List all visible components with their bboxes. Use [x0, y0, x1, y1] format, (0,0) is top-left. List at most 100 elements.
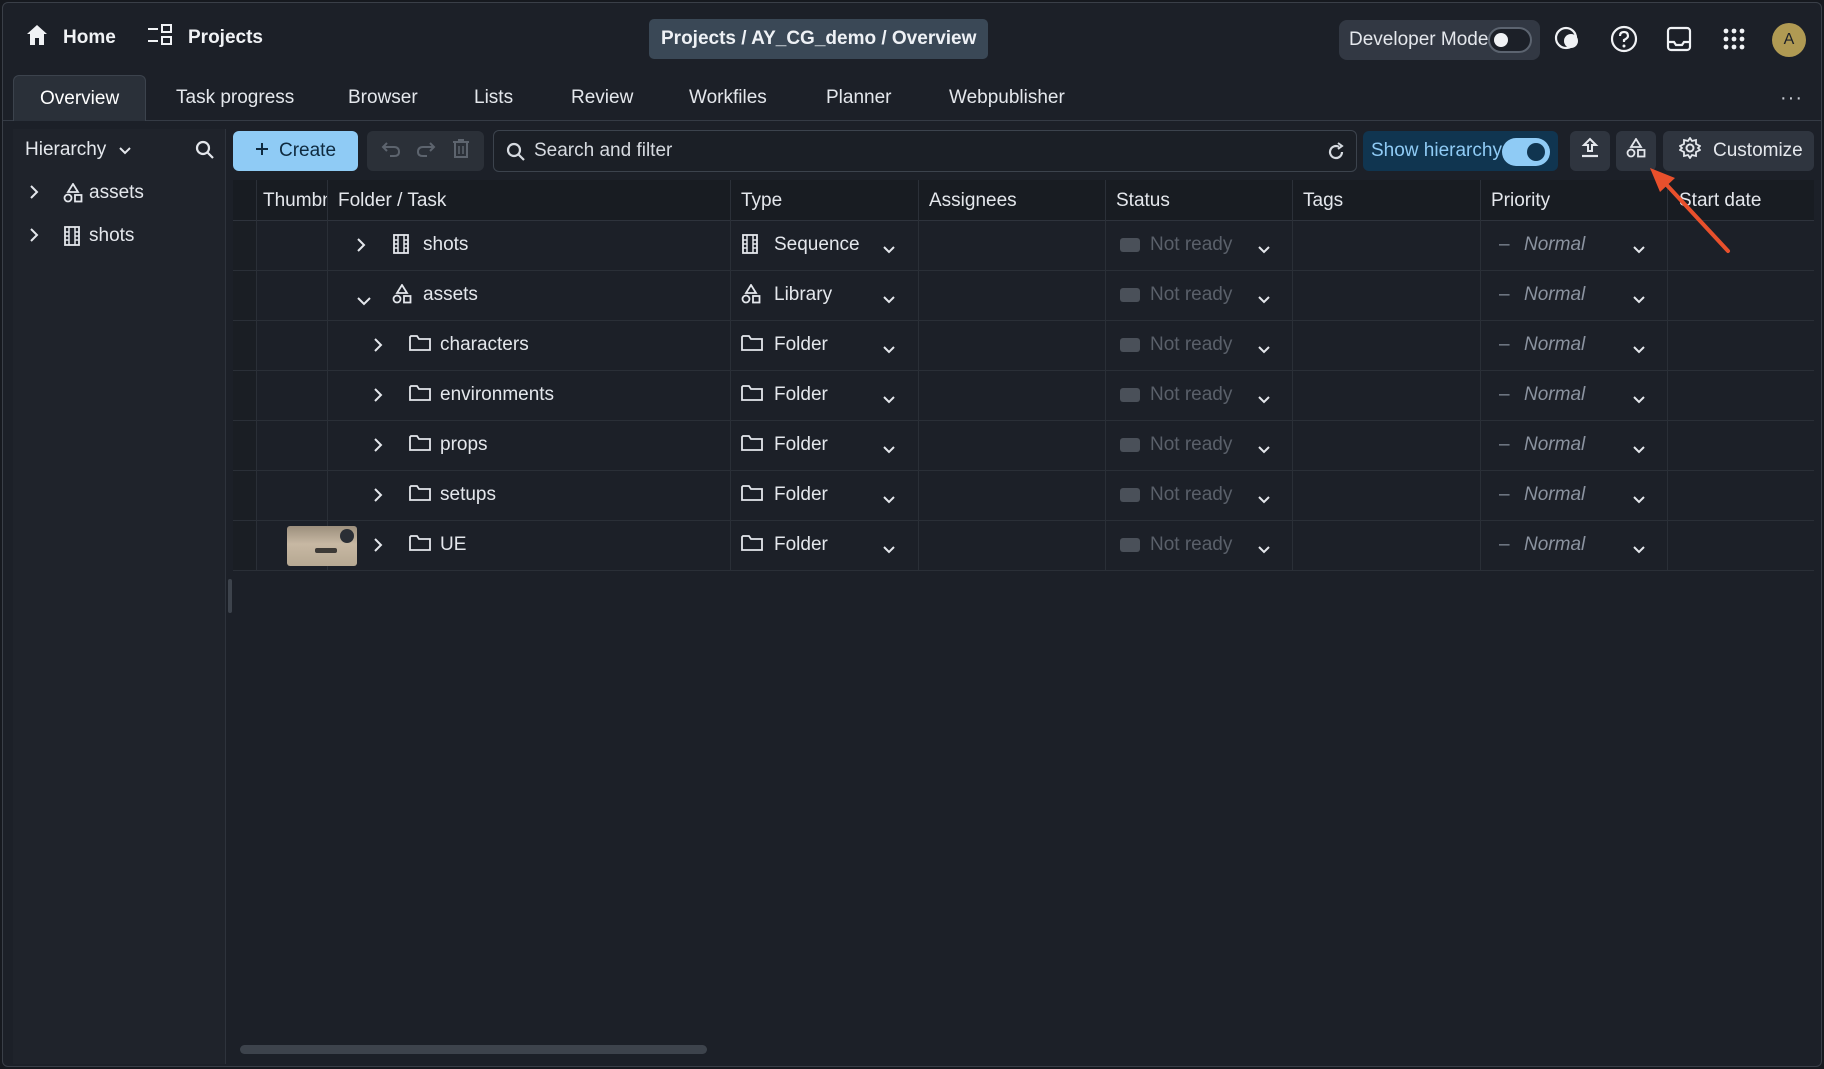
type-cell[interactable]: Library [731, 271, 919, 321]
create-button[interactable]: Create [233, 131, 358, 171]
header-priority[interactable]: Priority [1481, 180, 1668, 221]
assignees-cell[interactable] [919, 421, 1106, 471]
chevron-down-icon[interactable] [1257, 489, 1271, 511]
type-cell[interactable]: Folder [731, 371, 919, 421]
user-avatar[interactable]: A [1772, 23, 1806, 57]
tab-lists[interactable]: Lists [474, 75, 513, 121]
assignees-cell[interactable] [919, 521, 1106, 571]
thumbnail-cell[interactable] [257, 421, 328, 471]
chevron-down-icon[interactable] [356, 290, 372, 312]
tags-cell[interactable] [1293, 471, 1481, 521]
table-row[interactable]: environments Folder Not ready – Normal [233, 371, 1814, 421]
chevron-down-icon[interactable] [1257, 539, 1271, 561]
chevron-down-icon[interactable] [1632, 389, 1646, 411]
priority-cell[interactable]: – Normal [1481, 221, 1668, 271]
table-row[interactable]: assets Library Not ready – Normal [233, 271, 1814, 321]
status-cell[interactable]: Not ready [1106, 521, 1293, 571]
priority-cell[interactable]: – Normal [1481, 321, 1668, 371]
priority-cell[interactable]: – Normal [1481, 471, 1668, 521]
chevron-down-icon[interactable] [882, 289, 896, 311]
chevron-down-icon[interactable] [882, 239, 896, 261]
type-cell[interactable]: Sequence [731, 221, 919, 271]
thumbnail-cell[interactable] [257, 371, 328, 421]
sidebar-resize-handle[interactable] [228, 579, 232, 613]
tags-cell[interactable] [1293, 271, 1481, 321]
assignees-cell[interactable] [919, 221, 1106, 271]
tags-cell[interactable] [1293, 321, 1481, 371]
chat-icon[interactable] [1552, 23, 1584, 55]
chevron-down-icon[interactable] [1632, 339, 1646, 361]
chevron-right-icon[interactable] [373, 437, 383, 459]
table-row[interactable]: shots Sequence Not ready – Normal [233, 221, 1814, 271]
table-row[interactable]: setups Folder Not ready – Normal [233, 471, 1814, 521]
type-cell[interactable]: Folder [731, 421, 919, 471]
folder-task-cell[interactable]: UE [328, 521, 731, 571]
header-start-date[interactable]: Start date [1668, 180, 1814, 221]
chevron-right-icon[interactable] [373, 487, 383, 509]
chevron-down-icon[interactable] [882, 389, 896, 411]
status-cell[interactable]: Not ready [1106, 271, 1293, 321]
header-assignees[interactable]: Assignees [919, 180, 1106, 221]
start-date-cell[interactable] [1668, 221, 1814, 271]
upload-button[interactable] [1570, 131, 1610, 171]
thumbnail-cell[interactable] [257, 521, 357, 571]
tab-webpublisher[interactable]: Webpublisher [949, 75, 1065, 121]
chevron-down-icon[interactable] [1632, 489, 1646, 511]
thumbnail-cell[interactable] [257, 271, 328, 321]
chevron-down-icon[interactable] [882, 339, 896, 361]
chevron-right-icon[interactable] [356, 237, 366, 259]
sidebar-item-assets[interactable]: assets [13, 171, 225, 214]
assignees-cell[interactable] [919, 321, 1106, 371]
tags-cell[interactable] [1293, 371, 1481, 421]
chevron-right-icon[interactable] [373, 537, 383, 559]
status-cell[interactable]: Not ready [1106, 321, 1293, 371]
chevron-down-icon[interactable] [1632, 539, 1646, 561]
thumbnail-cell[interactable] [257, 471, 328, 521]
home-nav[interactable]: Home [25, 23, 116, 53]
header-thumbnail[interactable]: Thumbn [257, 180, 328, 221]
chevron-right-icon[interactable] [373, 387, 383, 409]
tags-cell[interactable] [1293, 521, 1481, 571]
thumbnail-cell[interactable] [257, 221, 328, 271]
priority-cell[interactable]: – Normal [1481, 421, 1668, 471]
search-icon[interactable] [195, 140, 215, 166]
folder-task-cell[interactable]: shots [328, 221, 731, 271]
hierarchy-mode-select[interactable]: Hierarchy [13, 129, 225, 171]
search-input[interactable] [534, 140, 1294, 162]
projects-nav[interactable]: Projects [146, 23, 263, 53]
status-cell[interactable]: Not ready [1106, 371, 1293, 421]
header-status[interactable]: Status [1106, 180, 1293, 221]
tab-browser[interactable]: Browser [348, 75, 418, 121]
redo-icon[interactable] [416, 139, 436, 163]
help-icon[interactable] [1608, 23, 1640, 55]
folder-task-cell[interactable]: assets [328, 271, 731, 321]
chevron-down-icon[interactable] [882, 489, 896, 511]
chevron-down-icon[interactable] [1257, 439, 1271, 461]
header-tags[interactable]: Tags [1293, 180, 1481, 221]
table-row[interactable]: props Folder Not ready – Normal [233, 421, 1814, 471]
chevron-right-icon[interactable] [373, 337, 383, 359]
tab-overview[interactable]: Overview [13, 75, 147, 121]
status-cell[interactable]: Not ready [1106, 221, 1293, 271]
chevron-down-icon[interactable] [1257, 239, 1271, 261]
assignees-cell[interactable] [919, 371, 1106, 421]
chevron-down-icon[interactable] [1632, 239, 1646, 261]
tab-planner[interactable]: Planner [826, 75, 892, 121]
start-date-cell[interactable] [1668, 271, 1814, 321]
tags-cell[interactable] [1293, 221, 1481, 271]
folder-task-cell[interactable]: setups [328, 471, 731, 521]
developer-mode-toggle[interactable]: Developer Mode [1339, 20, 1540, 60]
horizontal-scrollbar[interactable] [240, 1045, 707, 1054]
delete-icon[interactable] [452, 138, 470, 164]
priority-cell[interactable]: – Normal [1481, 271, 1668, 321]
developer-mode-switch[interactable] [1488, 27, 1532, 53]
library-button[interactable] [1616, 131, 1656, 171]
chevron-down-icon[interactable] [1257, 339, 1271, 361]
folder-task-cell[interactable]: characters [328, 321, 731, 371]
chevron-right-icon[interactable] [29, 227, 39, 249]
chevron-down-icon[interactable] [1257, 289, 1271, 311]
type-cell[interactable]: Folder [731, 471, 919, 521]
sidebar-item-shots[interactable]: shots [13, 214, 225, 257]
chevron-down-icon[interactable] [1632, 289, 1646, 311]
start-date-cell[interactable] [1668, 321, 1814, 371]
